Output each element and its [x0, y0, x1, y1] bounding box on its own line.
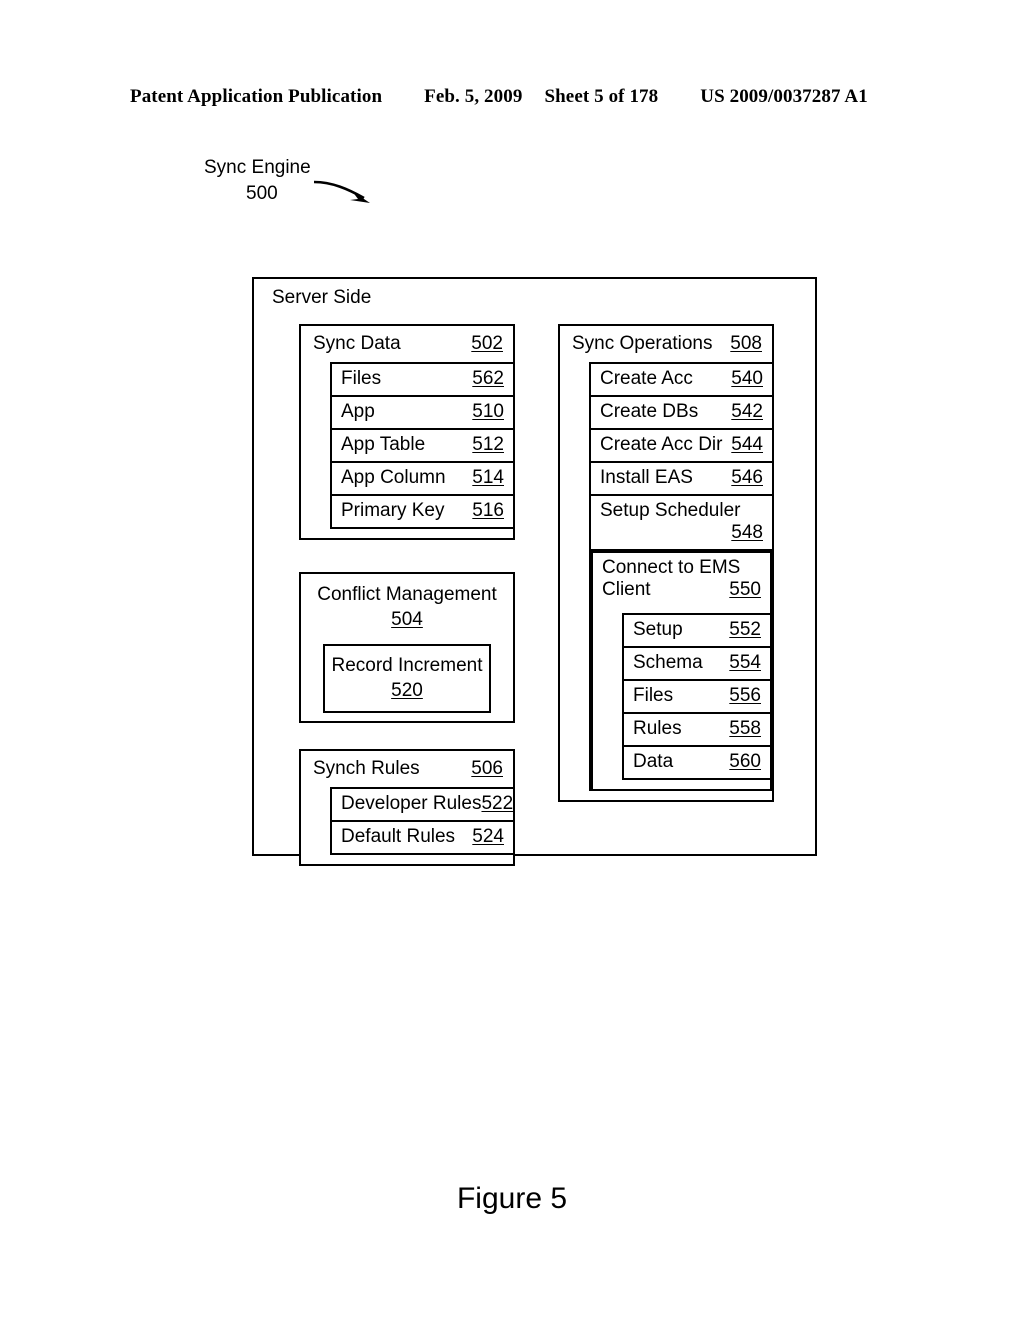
row-ref: 522: [481, 793, 514, 814]
group-title-label: Sync Data: [313, 333, 401, 354]
row-primary-key: Primary Key 516: [332, 496, 513, 529]
page-header: Patent Application Publication Feb. 5, 2…: [130, 86, 894, 108]
row-label: Files: [341, 368, 382, 389]
box-connect-to-ems-client: Connect to EMS 550 Client Setup 552 Sche…: [591, 551, 772, 791]
row-create-dbs: Create DBs 542: [591, 397, 772, 430]
row-ref: 516: [472, 500, 504, 521]
header-date: Feb. 5, 2009: [424, 86, 523, 107]
group-sync-operations: Sync Operations 508 Create Acc 540 Creat…: [558, 324, 774, 802]
row-ref: 560: [729, 751, 761, 772]
row-ref: 540: [731, 368, 763, 389]
inner-ref: 520: [391, 680, 423, 701]
row-rules: Rules 558: [624, 714, 770, 747]
group-sync-operations-title: Sync Operations 508: [560, 326, 772, 362]
row-ref: 562: [472, 368, 504, 389]
diagram-columns: Sync Data 502 Files 562 App 510 App Tabl…: [254, 324, 815, 866]
row-label: App Column: [341, 467, 446, 488]
row-label: Setup Scheduler: [600, 500, 741, 521]
ems-label-line1: Connect to EMS: [602, 557, 741, 578]
row-setup: Setup 552: [624, 615, 770, 648]
group-title-ref: 504: [391, 609, 423, 630]
ems-client-rows: Setup 552 Schema 554 Files 556 Rules 558…: [622, 613, 772, 780]
ems-label-line2: Client: [602, 579, 651, 600]
row-ref: 542: [731, 401, 763, 422]
row-ref: 546: [731, 467, 763, 488]
row-label: Primary Key: [341, 500, 445, 521]
group-conflict-management: Conflict Management 504 Record Increment…: [299, 572, 515, 723]
row-label: Default Rules: [341, 826, 456, 847]
row-create-acc: Create Acc 540: [591, 364, 772, 397]
row-label: Setup: [633, 619, 683, 640]
group-title-ref: 502: [471, 333, 503, 354]
row-label: Create Acc: [600, 368, 693, 389]
curved-arrow-icon: [313, 180, 370, 203]
left-column: Sync Data 502 Files 562 App 510 App Tabl…: [299, 324, 515, 866]
row-files: Files 562: [332, 364, 513, 397]
row-app: App 510: [332, 397, 513, 430]
connect-to-ems-client-title: Connect to EMS 550 Client: [593, 553, 770, 606]
row-setup-scheduler: Setup Scheduler 548: [591, 496, 772, 551]
group-title-label: Sync Operations: [572, 333, 713, 354]
row-ref: 548: [731, 522, 763, 543]
row-app-table: App Table 512: [332, 430, 513, 463]
row-ref: 554: [729, 652, 761, 673]
row-label: Install EAS: [600, 467, 693, 488]
row-ref: 552: [729, 619, 761, 640]
row-label: Schema: [633, 652, 703, 673]
row-files: Files 556: [624, 681, 770, 714]
group-title-label: Synch Rules: [313, 758, 420, 779]
server-side-container: Server Side Sync Data 502 Files 562 App …: [252, 277, 817, 866]
group-title-label: Conflict Management: [317, 584, 497, 605]
sync-operations-rows: Create Acc 540 Create DBs 542 Create Acc…: [589, 362, 774, 791]
row-label: Developer Rules: [341, 793, 482, 814]
box-record-increment: Record Increment 520: [323, 644, 491, 713]
inner-label: Record Increment: [331, 655, 483, 676]
row-default-rules: Default Rules 524: [332, 822, 513, 855]
group-synch-rules: Synch Rules 506 Developer Rules 522 Defa…: [299, 749, 515, 866]
group-title-ref: 508: [730, 333, 762, 354]
group-sync-data: Sync Data 502 Files 562 App 510 App Tabl…: [299, 324, 515, 540]
row-label: Files: [633, 685, 674, 706]
group-conflict-management-title: Conflict Management 504: [301, 574, 513, 638]
row-ref: 544: [731, 434, 763, 455]
row-app-column: App Column 514: [332, 463, 513, 496]
row-ref: 514: [472, 467, 504, 488]
row-ref: 512: [472, 434, 504, 455]
row-ref: 510: [472, 401, 504, 422]
synch-rules-rows: Developer Rules 522 Default Rules 524: [330, 787, 515, 855]
row-data: Data 560: [624, 747, 770, 778]
sync-data-rows: Files 562 App 510 App Table 512 App Colu…: [330, 362, 515, 529]
ems-ref: 550: [729, 579, 761, 600]
server-side-label: Server Side: [272, 287, 372, 308]
header-patent-number: US 2009/0037287 A1: [700, 86, 868, 107]
group-sync-data-title: Sync Data 502: [301, 326, 513, 362]
row-label: Create Acc Dir: [600, 434, 723, 455]
group-synch-rules-title: Synch Rules 506: [301, 751, 513, 787]
right-column: Sync Operations 508 Create Acc 540 Creat…: [558, 324, 774, 802]
row-ref: 524: [472, 826, 504, 847]
row-create-acc-dir: Create Acc Dir 544: [591, 430, 772, 463]
row-developer-rules: Developer Rules 522: [332, 789, 513, 822]
header-sheet-number: Sheet 5 of 178: [544, 86, 659, 107]
figure-caption: Figure 5: [456, 1182, 568, 1215]
group-title-ref: 506: [471, 758, 503, 779]
row-schema: Schema 554: [624, 648, 770, 681]
row-label: App Table: [341, 434, 426, 455]
row-label: Create DBs: [600, 401, 699, 422]
row-label: Rules: [633, 718, 682, 739]
row-ref: 556: [729, 685, 761, 706]
row-ref: 558: [729, 718, 761, 739]
row-label: App: [341, 401, 375, 422]
header-publication: Patent Application Publication: [130, 86, 383, 107]
row-install-eas: Install EAS 546: [591, 463, 772, 496]
row-label: Data: [633, 751, 674, 772]
